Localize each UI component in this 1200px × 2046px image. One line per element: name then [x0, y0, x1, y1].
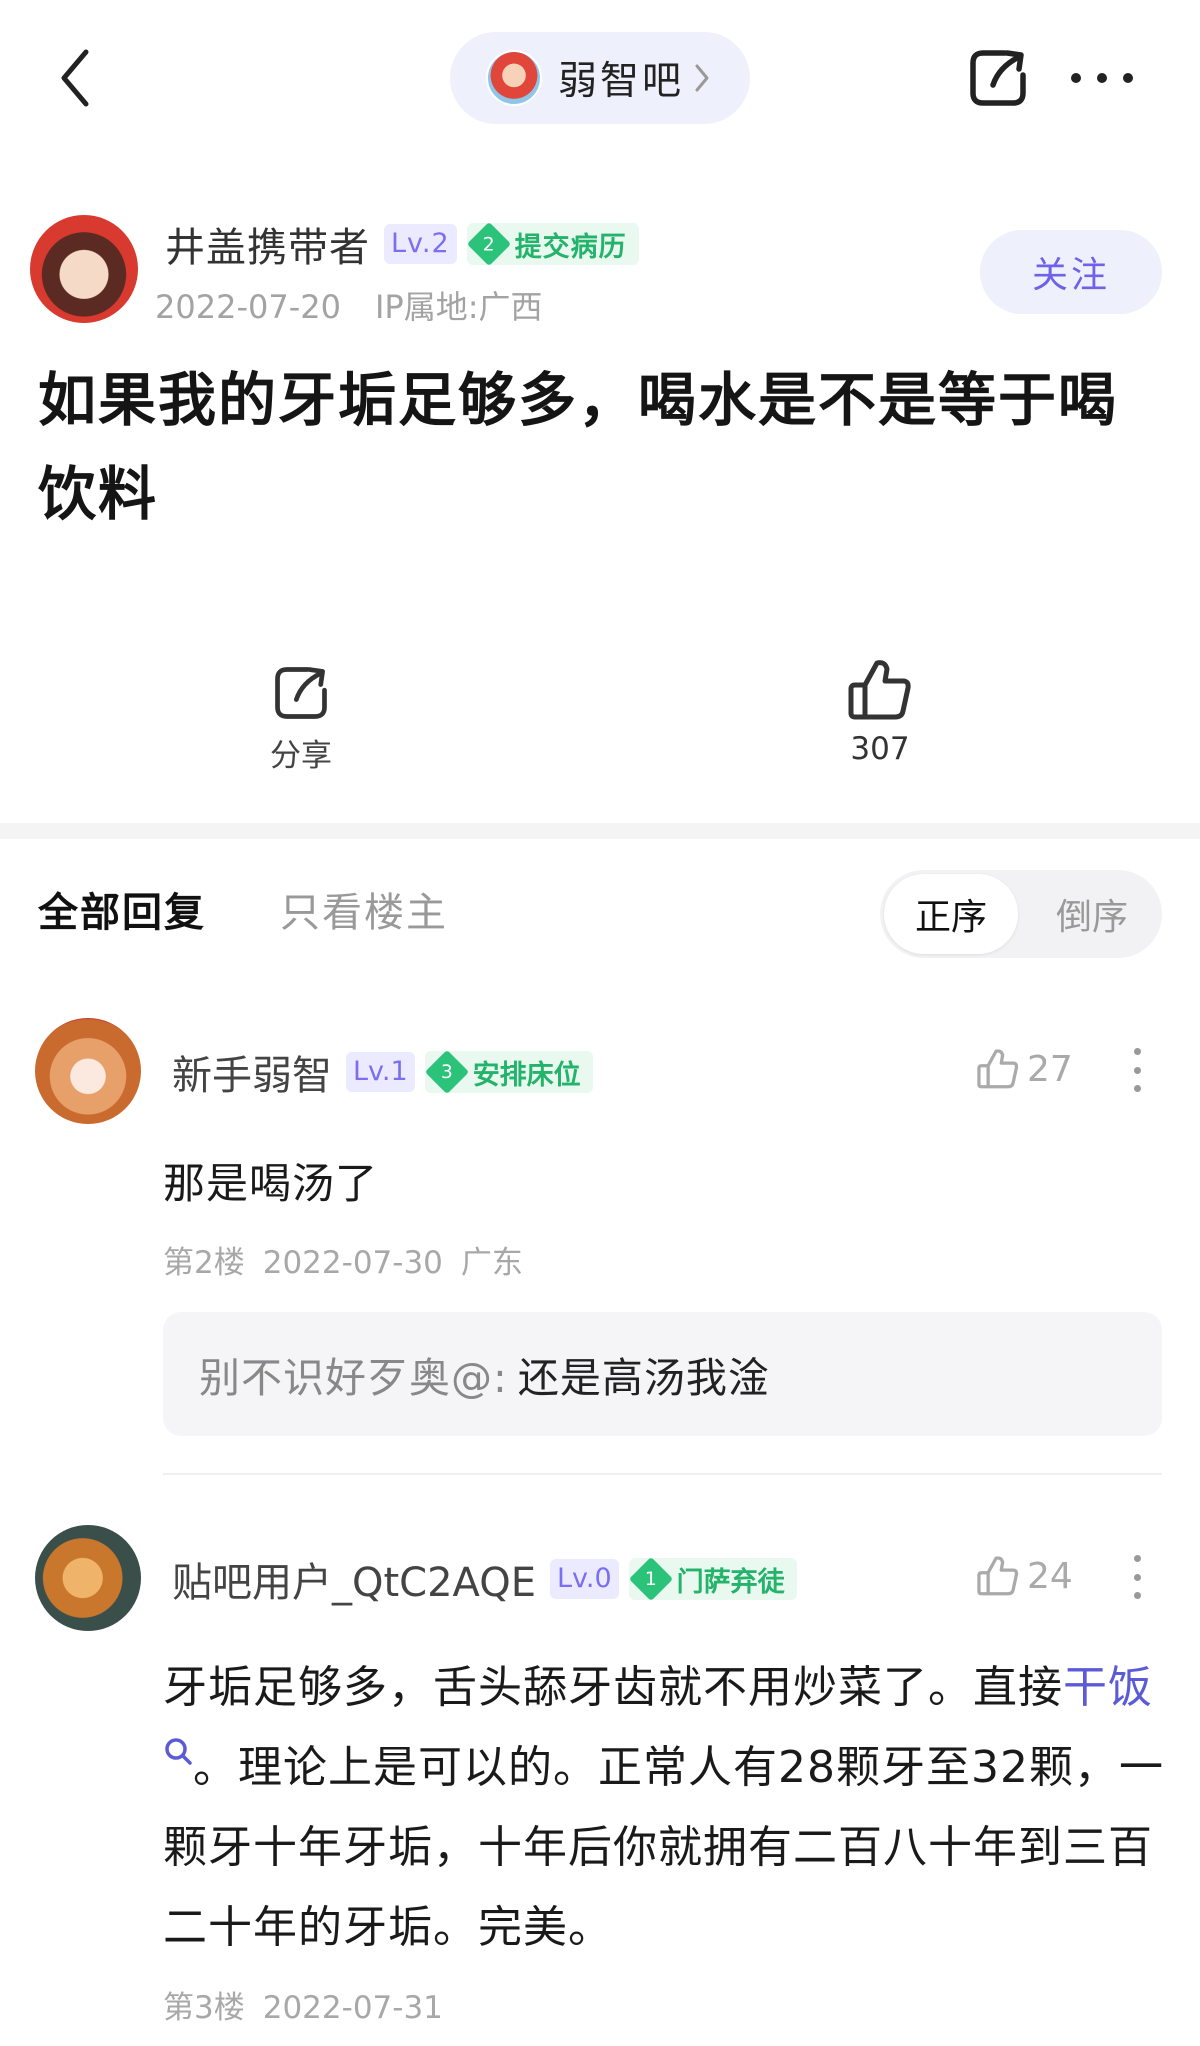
honor-badge: 2 提交病历 — [466, 221, 639, 267]
comment-date: 2022-07-31 — [262, 1990, 443, 2026]
author-avatar[interactable] — [30, 215, 138, 323]
commenter-avatar[interactable] — [35, 1018, 141, 1124]
post-title: 如果我的牙垢足够多，喝水是不是等于喝饮料 — [38, 366, 1119, 528]
comment-more-button[interactable] — [1132, 1048, 1142, 1092]
share-button[interactable] — [965, 45, 1031, 111]
comment-date: 2022-07-30 — [262, 1245, 443, 1281]
level-badge: Lv.1 — [346, 1052, 415, 1092]
comment-floor: 第2楼 — [163, 1245, 245, 1281]
author-name[interactable]: 井盖携带者 Lv.2 2 提交病历 — [165, 215, 639, 273]
comment-meta: 第3楼 2022-07-31 — [163, 1982, 443, 2027]
more-button[interactable] — [1070, 60, 1134, 96]
sort-asc-button[interactable]: 正序 — [884, 874, 1018, 954]
honor-title: 提交病历 — [514, 231, 627, 263]
search-icon — [165, 1738, 192, 1765]
search-link-text: 干饭 — [1063, 1662, 1153, 1713]
thumbs-up-icon — [977, 1556, 1019, 1596]
back-button[interactable] — [50, 45, 100, 110]
tab-all-replies[interactable]: 全部回复 — [38, 880, 206, 938]
share-icon — [275, 667, 327, 719]
thumbs-up-icon — [977, 1049, 1019, 1089]
commenter-name[interactable]: 新手弱智 — [172, 1043, 332, 1101]
post-ip: IP属地:广西 — [374, 288, 543, 326]
author-meta: 2022-07-20 IP属地:广西 — [155, 282, 543, 328]
section-divider — [0, 823, 1200, 839]
comment-location: 广东 — [460, 1245, 523, 1281]
more-horizontal-icon — [1071, 73, 1133, 83]
comment-like-button[interactable]: 27 — [975, 1044, 1073, 1094]
level-badge: Lv.0 — [549, 1559, 619, 1599]
author-name-text: 井盖携带者 — [165, 225, 370, 271]
comment-text: 牙垢足够多，舌头舔牙齿就不用炒菜了。直接干饭。理论上是可以的。正常人有28颗牙至… — [163, 1648, 1173, 1968]
follow-button[interactable]: 关注 — [980, 230, 1162, 314]
sub-reply-text: 还是高汤我淦 — [517, 1354, 770, 1402]
comment-meta: 第2楼 2022-07-30 广东 — [163, 1237, 523, 1282]
share-action[interactable]: 分享 — [270, 662, 332, 775]
commenter-avatar[interactable] — [35, 1525, 141, 1631]
forum-avatar — [486, 50, 542, 106]
comment-like-count: 24 — [1027, 1555, 1073, 1597]
chevron-left-icon — [61, 49, 89, 106]
comment-floor: 第3楼 — [163, 1990, 245, 2026]
honor-level: 2 — [482, 233, 496, 255]
honor-title: 安排床位 — [472, 1059, 581, 1091]
tab-owner-only[interactable]: 只看楼主 — [280, 880, 448, 938]
comment-text-part2: 。理论上是可以的。正常人有28颗牙至32颗，一颗牙十年牙垢，十年后你就拥有二百八… — [163, 1742, 1164, 1953]
sort-toggle: 正序 倒序 — [880, 870, 1162, 958]
comment-header: 新手弱智 Lv.1 3 安排床位 — [172, 1043, 593, 1101]
more-vertical-icon — [1133, 1048, 1141, 1055]
commenter-name[interactable]: 贴吧用户_QtC2AQE — [172, 1550, 536, 1608]
share-icon — [970, 50, 1026, 106]
like-count: 307 — [850, 731, 910, 767]
forum-name: 弱智吧 — [558, 59, 685, 104]
sub-reply-author[interactable]: 别不识好歹奥@: — [199, 1344, 508, 1404]
forum-button[interactable]: 弱智吧 — [450, 32, 750, 124]
share-label: 分享 — [270, 738, 332, 774]
comment-like-button[interactable]: 24 — [975, 1551, 1073, 1601]
level-badge: Lv.2 — [384, 224, 457, 264]
thumbs-up-icon — [848, 660, 911, 720]
chevron-right-icon — [695, 64, 709, 92]
comment-like-count: 27 — [1027, 1048, 1073, 1090]
honor-badge: 1 门萨弃徒 — [628, 1556, 797, 1602]
comment-divider — [163, 1473, 1162, 1475]
honor-level: 3 — [440, 1061, 453, 1083]
comment-more-button[interactable] — [1132, 1555, 1142, 1599]
honor-level: 1 — [644, 1568, 657, 1590]
comment-text: 那是喝汤了 — [163, 1159, 379, 1208]
sub-reply[interactable]: 别不识好歹奥@: 还是高汤我淦 — [163, 1312, 1162, 1436]
like-action[interactable]: 307 — [845, 655, 915, 767]
post-date: 2022-07-20 — [155, 288, 341, 326]
honor-title: 门萨弃徒 — [676, 1566, 785, 1598]
comment-header: 贴吧用户_QtC2AQE Lv.0 1 门萨弃徒 — [172, 1550, 797, 1608]
honor-badge: 3 安排床位 — [424, 1049, 593, 1095]
sort-desc-button[interactable]: 倒序 — [1026, 874, 1158, 954]
more-vertical-icon — [1133, 1555, 1141, 1562]
comment-text-part1: 牙垢足够多，舌头舔牙齿就不用炒菜了。直接 — [163, 1662, 1063, 1713]
